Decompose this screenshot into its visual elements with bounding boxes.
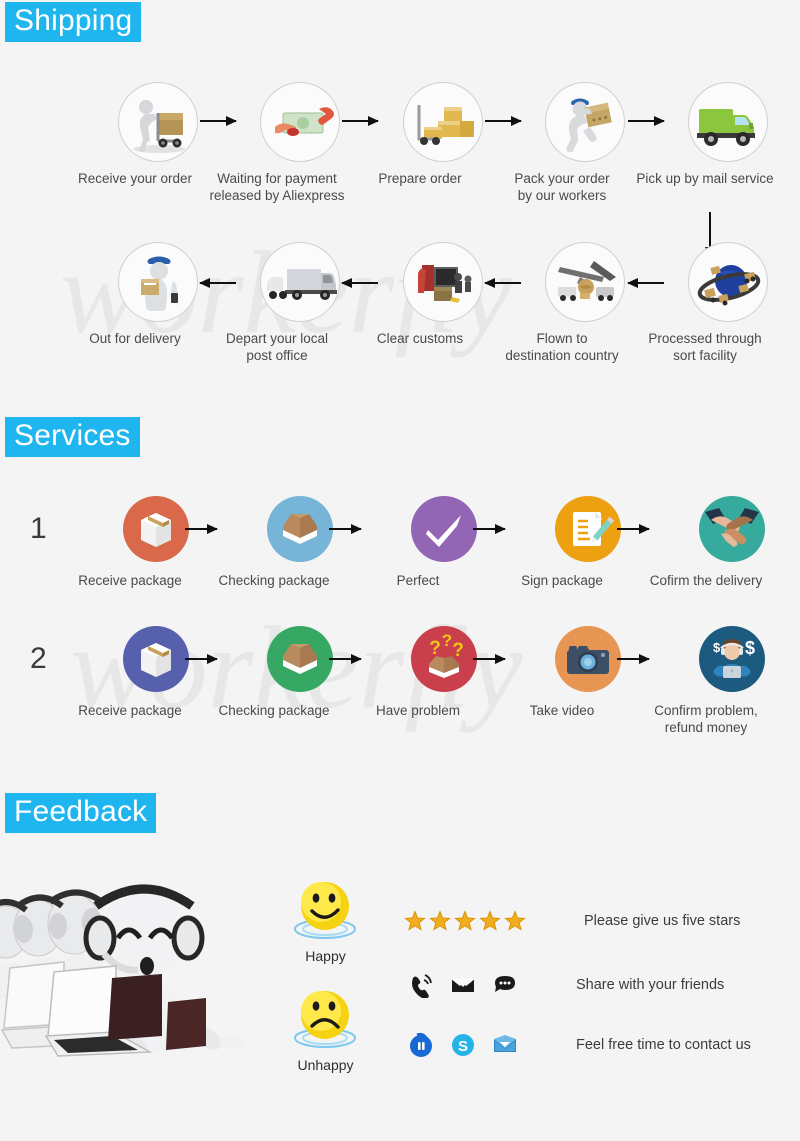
svg-text:?: ? — [442, 631, 452, 650]
unhappy-smiley-icon — [294, 991, 356, 1048]
handshake-icon — [699, 496, 765, 562]
flow-arrow-right — [617, 654, 650, 664]
star-icon — [404, 910, 426, 931]
email-icon — [494, 1035, 516, 1052]
flow-arrow-right — [329, 654, 362, 664]
feedback-contact-text: Feel free time to contact us — [576, 1037, 751, 1053]
services-row-number: 2 — [30, 642, 47, 675]
step-label: Confirm problem, refund money — [654, 703, 758, 735]
hand-truck-delivery-icon — [117, 82, 198, 162]
feedback-row-rating: Please give us five stars — [404, 910, 740, 932]
star-icon — [454, 910, 476, 931]
airplane-cargo-icon — [544, 242, 625, 322]
star-icon — [504, 910, 526, 931]
flow-arrow-left — [199, 278, 236, 288]
feedback-row-share: Share with your friends — [408, 972, 724, 998]
chat-bubble-icon — [495, 976, 515, 992]
emotion-label: Unhappy — [297, 1057, 354, 1073]
step-label: Cofirm the delivery — [649, 573, 763, 588]
green-truck-icon — [687, 82, 768, 162]
happy-smiley-icon — [294, 882, 356, 939]
flow-arrow-left — [341, 278, 378, 288]
shipping-step-pick-up-by-mail-service: Pick up by mail service — [636, 82, 790, 187]
flow-arrow-right — [329, 524, 362, 534]
camera-icon — [555, 626, 621, 692]
flow-arrow-right — [473, 524, 506, 534]
flow-arrow-right — [473, 654, 506, 664]
shipping-step-processed-sort-facility: Processed through sort facility — [648, 242, 790, 364]
section-header-feedback: Feedback — [5, 793, 157, 833]
feedback-emotion-unhappy: Unhappy — [288, 982, 363, 1073]
five-stars — [404, 910, 526, 932]
svg-text:S: S — [458, 1038, 468, 1055]
services-row-number: 1 — [30, 512, 47, 545]
emotion-label: Happy — [305, 948, 346, 964]
star-icon — [429, 910, 451, 931]
feedback-share-text: Share with your friends — [576, 977, 725, 993]
section-header-shipping: Shipping — [5, 2, 142, 42]
signed-document-icon — [555, 496, 621, 562]
flow-arrow-right — [342, 116, 379, 126]
cargo-truck-icon — [259, 242, 340, 322]
skype-icon: S — [452, 1034, 474, 1056]
checkmark-icon — [411, 496, 477, 562]
flow-arrow-left — [484, 278, 521, 288]
boxes-stack-icon — [402, 82, 483, 162]
customer-service-team-illustration — [0, 862, 260, 1092]
service-step-confirm-delivery-1: Cofirm the delivery — [650, 496, 791, 589]
worker-carrying-box-icon — [544, 82, 625, 162]
globe-parcels-icon — [687, 242, 768, 322]
support-agent-money-icon: $ $ — [699, 626, 765, 692]
closed-package-icon — [123, 496, 189, 562]
flow-arrow-right — [628, 116, 665, 126]
mail-icon — [451, 978, 475, 992]
customs-inspection-icon — [402, 242, 483, 322]
feedback-emotion-happy: Happy — [288, 873, 363, 964]
cash-payment-icon — [259, 82, 340, 162]
flow-arrow-right — [617, 524, 650, 534]
flow-arrow-right — [185, 654, 218, 664]
step-label: Pick up by mail service — [636, 171, 774, 186]
phone-icon — [412, 974, 432, 998]
feedback-rating-text: Please give us five stars — [584, 913, 741, 929]
section-header-services: Services — [5, 417, 140, 457]
feedback-row-contact: S Feel free time to contact us — [408, 1032, 751, 1058]
phone-mail-chat — [408, 972, 518, 998]
infographic-page: workerfly workerfly Shipping Receive you… — [0, 0, 800, 1141]
svg-text:$: $ — [745, 638, 755, 658]
messenger-skype-mail: S — [408, 1032, 518, 1058]
open-box-icon — [267, 496, 333, 562]
step-label: Processed through sort facility — [648, 331, 762, 363]
star-icon — [479, 910, 501, 931]
svg-text:$: $ — [713, 640, 721, 655]
flow-arrow-right — [185, 524, 218, 534]
messenger-icon — [410, 1032, 432, 1057]
open-box-icon — [267, 626, 333, 692]
service-step-confirm-problem-refund-2: $ $ Confirm problem, refund money — [654, 626, 791, 736]
closed-package-icon — [123, 626, 189, 692]
flow-arrow-right — [200, 116, 237, 126]
flow-arrow-left — [627, 278, 664, 288]
courier-with-parcel-icon — [117, 242, 198, 322]
svg-text:?: ? — [429, 638, 441, 659]
question-box-icon: ? ? ? — [411, 626, 477, 692]
svg-text:?: ? — [452, 640, 464, 661]
flow-arrow-right — [485, 116, 522, 126]
